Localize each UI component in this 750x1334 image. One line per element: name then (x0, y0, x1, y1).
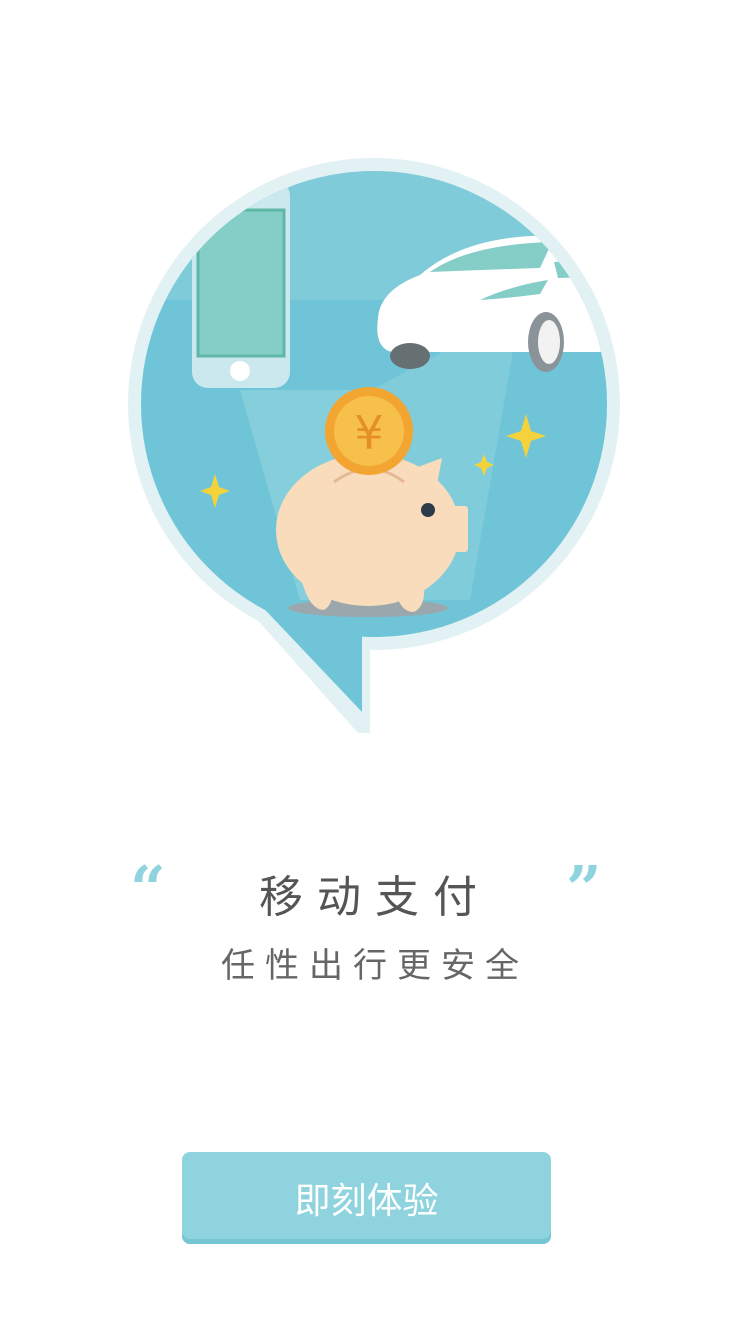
svg-text:¥: ¥ (354, 406, 383, 460)
start-now-button[interactable]: 即刻体验 (182, 1152, 551, 1244)
start-now-button-label: 即刻体验 (294, 1181, 439, 1222)
headline: 移动支付 (259, 872, 491, 923)
subline: 任性出行更安全 (221, 946, 529, 986)
mobile-payment-illustration: ¥ (128, 158, 620, 733)
yuan-coin-icon: ¥ (325, 387, 413, 475)
onboarding-page: ¥ “ ” 移动支付 任性出行更安全 即刻体验 (0, 0, 750, 1334)
